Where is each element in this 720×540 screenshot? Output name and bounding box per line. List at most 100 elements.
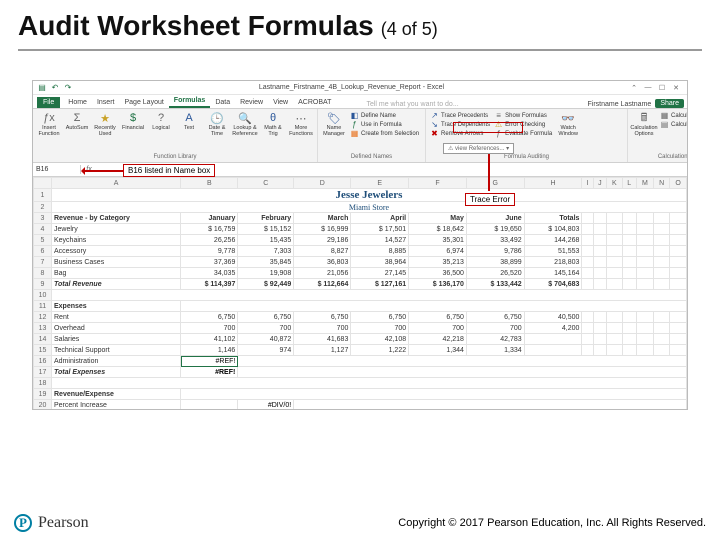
label-icon: ◧: [350, 111, 359, 120]
tab-data[interactable]: Data: [210, 97, 235, 108]
calc-now-icon: ▦: [660, 111, 669, 120]
calculate-now-button[interactable]: ▦Calculate Now: [659, 111, 688, 120]
math-trig-button[interactable]: θMath & Trig: [260, 111, 286, 153]
ribbon-tabs: File Home Insert Page Layout Formulas Da…: [33, 95, 687, 109]
group-function-library: ƒxInsert Function ΣAutoSum ★Recently Use…: [33, 109, 318, 162]
define-name-button[interactable]: ◧Define Name: [349, 111, 420, 120]
financial-button[interactable]: $Financial: [120, 111, 146, 153]
excel-screenshot: ▤ ↶ ↷ Lastname_Firstname_4B_Lookup_Reven…: [32, 80, 688, 410]
pearson-name: Pearson: [38, 514, 89, 532]
grid-icon: ▦: [350, 129, 359, 138]
slide-footer: P Pearson Copyright © 2017 Pearson Educa…: [0, 514, 720, 532]
cell-title[interactable]: Jesse Jewelers: [52, 189, 687, 202]
quick-access-toolbar: ▤ ↶ ↷ Lastname_Firstname_4B_Lookup_Reven…: [33, 81, 687, 95]
ribbon-options-icon[interactable]: ⌃: [627, 84, 641, 92]
watch-icon: 👓: [561, 111, 575, 125]
group-calculation: 🖩Calculation Options ▦Calculate Now ▤Cal…: [628, 109, 688, 162]
undo-icon[interactable]: ↶: [50, 83, 60, 93]
save-icon[interactable]: ▤: [37, 83, 47, 93]
title-rule: [18, 49, 702, 51]
calculation-options-button[interactable]: 🖩Calculation Options: [631, 111, 657, 153]
text-icon: A: [182, 111, 196, 125]
precedents-icon: ↗: [430, 111, 439, 120]
namebox-arrow: [83, 170, 123, 172]
remove-arrows-button[interactable]: ✖Remove Arrows: [429, 129, 491, 138]
pearson-brand: P Pearson: [14, 514, 89, 532]
group-label: Calculation: [631, 154, 688, 160]
pearson-logo-icon: P: [14, 514, 32, 532]
theta-icon: θ: [266, 111, 280, 125]
callout-trace-error: Trace Error: [465, 193, 515, 206]
callout-name-box: B16 listed in Name box: [123, 164, 215, 177]
trace-dependents-button[interactable]: ↘Trace Dependents: [429, 120, 491, 129]
evaluate-icon: ƒ: [494, 129, 503, 138]
fx-icon: ƒx: [42, 111, 56, 125]
tab-home[interactable]: Home: [63, 97, 92, 108]
remove-arrows-icon: ✖: [430, 129, 439, 138]
text-button[interactable]: AText: [176, 111, 202, 153]
group-label: Defined Names: [321, 154, 422, 160]
cell-subtitle[interactable]: Miami Store: [52, 202, 687, 213]
title-pager: (4 of 5): [381, 19, 438, 39]
show-formulas-button[interactable]: ≡Show Formulas: [493, 111, 553, 120]
warning-icon: ⚠: [494, 120, 503, 129]
error-menu-popup: ⚠ view References... ▾: [443, 143, 514, 154]
fx-small-icon: ƒ: [350, 120, 359, 129]
name-manager-button[interactable]: 🏷Name Manager: [321, 111, 347, 153]
tell-me-box[interactable]: Tell me what you want to do...: [336, 101, 587, 108]
sheet-table: ABCDEFGHIJKLMNO 1Jesse Jewelers 2Miami S…: [33, 177, 687, 409]
evaluate-formula-button[interactable]: ƒEvaluate Formula: [493, 129, 553, 138]
more-functions-button[interactable]: ⋯More Functions: [288, 111, 314, 153]
tag-icon: 🏷: [327, 111, 341, 125]
use-in-formula-button[interactable]: ƒUse in Formula: [349, 120, 420, 129]
group-defined-names: 🏷Name Manager ◧Define Name ƒUse in Formu…: [318, 109, 426, 162]
clock-icon: 🕒: [210, 111, 224, 125]
trace-error-arrow: [488, 151, 490, 191]
ribbon: ƒxInsert Function ΣAutoSum ★Recently Use…: [33, 109, 687, 163]
redo-icon[interactable]: ↷: [63, 83, 73, 93]
maximize-icon[interactable]: ☐: [655, 84, 669, 92]
tab-view[interactable]: View: [268, 97, 293, 108]
tab-review[interactable]: Review: [235, 97, 268, 108]
close-icon[interactable]: ✕: [669, 84, 683, 92]
signed-in-user[interactable]: Firstname Lastname: [588, 101, 652, 108]
show-formulas-icon: ≡: [494, 111, 503, 120]
star-icon: ★: [98, 111, 112, 125]
calc-icon: 🖩: [637, 111, 651, 125]
name-box[interactable]: B16: [33, 165, 81, 174]
minimize-icon[interactable]: —: [641, 84, 655, 91]
money-icon: $: [126, 111, 140, 125]
date-time-button[interactable]: 🕒Date & Time: [204, 111, 230, 153]
share-button[interactable]: Share: [655, 99, 684, 108]
slide-title: Audit Worksheet Formulas (4 of 5): [0, 0, 720, 47]
cell-b16[interactable]: #REF!: [181, 356, 238, 367]
calculate-sheet-button[interactable]: ▤Calculate Sheet: [659, 120, 688, 129]
lookup-icon: 🔍: [238, 111, 252, 125]
tab-acrobat[interactable]: ACROBAT: [293, 97, 336, 108]
column-headers: ABCDEFGHIJKLMNO: [34, 178, 687, 189]
group-formula-auditing: ↗Trace Precedents ↘Trace Dependents ✖Rem…: [426, 109, 628, 162]
copyright-text: Copyright © 2017 Pearson Education, Inc.…: [398, 517, 706, 529]
tab-page-layout[interactable]: Page Layout: [119, 97, 168, 108]
tab-insert[interactable]: Insert: [92, 97, 120, 108]
question-icon: ?: [154, 111, 168, 125]
recently-used-button[interactable]: ★Recently Used: [92, 111, 118, 153]
sigma-icon: Σ: [70, 111, 84, 125]
insert-function-button[interactable]: ƒxInsert Function: [36, 111, 62, 153]
document-title: Lastname_Firstname_4B_Lookup_Revenue_Rep…: [76, 84, 627, 91]
group-label: Formula Auditing: [429, 154, 624, 160]
lookup-button[interactable]: 🔍Lookup & Reference: [232, 111, 258, 153]
trace-precedents-button[interactable]: ↗Trace Precedents: [429, 111, 491, 120]
tab-file[interactable]: File: [37, 97, 60, 108]
error-checking-button[interactable]: ⚠Error Checking: [493, 120, 553, 129]
worksheet-grid[interactable]: ABCDEFGHIJKLMNO 1Jesse Jewelers 2Miami S…: [33, 177, 687, 409]
more-icon: ⋯: [294, 111, 308, 125]
calc-sheet-icon: ▤: [660, 120, 669, 129]
create-from-selection-button[interactable]: ▦Create from Selection: [349, 129, 420, 138]
watch-window-button[interactable]: 👓Watch Window: [555, 111, 581, 153]
dependents-icon: ↘: [430, 120, 439, 129]
group-label: Function Library: [36, 154, 314, 160]
logical-button[interactable]: ?Logical: [148, 111, 174, 153]
tab-formulas[interactable]: Formulas: [169, 95, 211, 108]
autosum-button[interactable]: ΣAutoSum: [64, 111, 90, 153]
